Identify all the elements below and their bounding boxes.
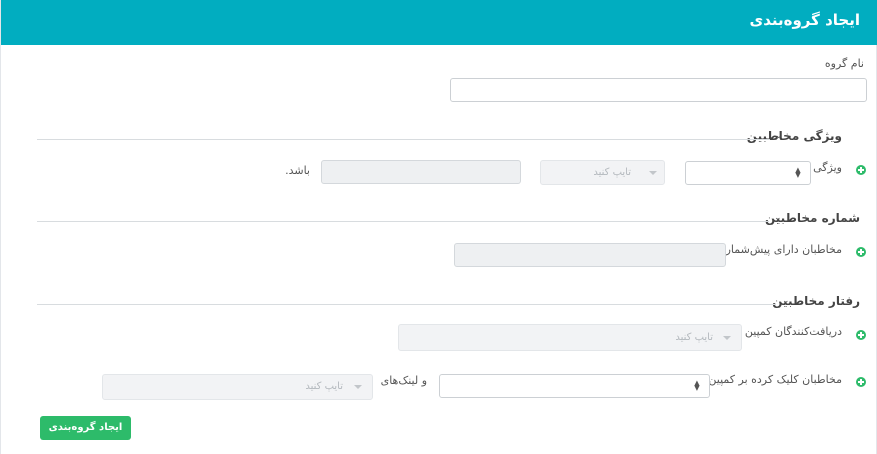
panel-header: ایجاد گروه‌بندی (1, 0, 877, 45)
section-features-title[interactable]: ویژگی مخاطبین (747, 129, 842, 143)
section-divider (37, 221, 769, 222)
chevron-down-icon[interactable]: ⌄ (774, 213, 782, 223)
feature-suffix-text: باشد. (285, 164, 310, 177)
plus-circle-icon[interactable] (856, 165, 866, 175)
feature-value-input[interactable] (321, 160, 521, 184)
feature-label: ویژگی (813, 161, 842, 174)
caret-down-icon (354, 385, 362, 389)
prefix-input[interactable] (454, 243, 726, 267)
prefix-label: مخاطبان دارای پیش‌شماره (719, 243, 842, 256)
campaign-select[interactable]: ▲ ▼ (439, 374, 710, 398)
receivers-label: دریافت‌کنندگان کمپین (744, 325, 842, 338)
up-down-arrows-icon: ▲ ▼ (795, 166, 801, 179)
receivers-select[interactable]: تایپ کنید (398, 324, 742, 351)
group-name-input[interactable] (450, 78, 867, 102)
type-placeholder: تایپ کنید (675, 332, 713, 343)
page-title: ایجاد گروه‌بندی (749, 11, 860, 29)
feature-type-select[interactable]: تایپ کنید (540, 160, 665, 185)
clickers-label: مخاطبان کلیک کرده بر کمپین (708, 373, 842, 386)
type-placeholder: تایپ کنید (305, 381, 343, 392)
section-divider (37, 139, 770, 140)
feature-select[interactable]: ▲ ▼ (685, 161, 811, 185)
group-name-label: نام گروه (824, 57, 864, 70)
section-divider (37, 304, 776, 305)
create-group-button[interactable]: ایجاد گروه‌بندی (40, 416, 131, 440)
up-down-arrows-icon: ▲ ▼ (694, 379, 700, 392)
links-select[interactable]: تایپ کنید (102, 374, 373, 400)
chevron-down-icon[interactable]: ⌄ (775, 131, 783, 141)
create-group-panel: ایجاد گروه‌بندی نام گروه ویژگی مخاطبین ⌄… (0, 0, 877, 454)
plus-circle-icon[interactable] (856, 247, 866, 257)
type-placeholder: تایپ کنید (593, 167, 631, 178)
plus-circle-icon[interactable] (856, 330, 866, 340)
caret-down-icon (723, 336, 731, 340)
plus-circle-icon[interactable] (856, 377, 866, 387)
caret-down-icon (649, 171, 657, 175)
links-label: و لینک‌های (380, 374, 427, 387)
chevron-down-icon[interactable]: ⌄ (782, 296, 790, 306)
